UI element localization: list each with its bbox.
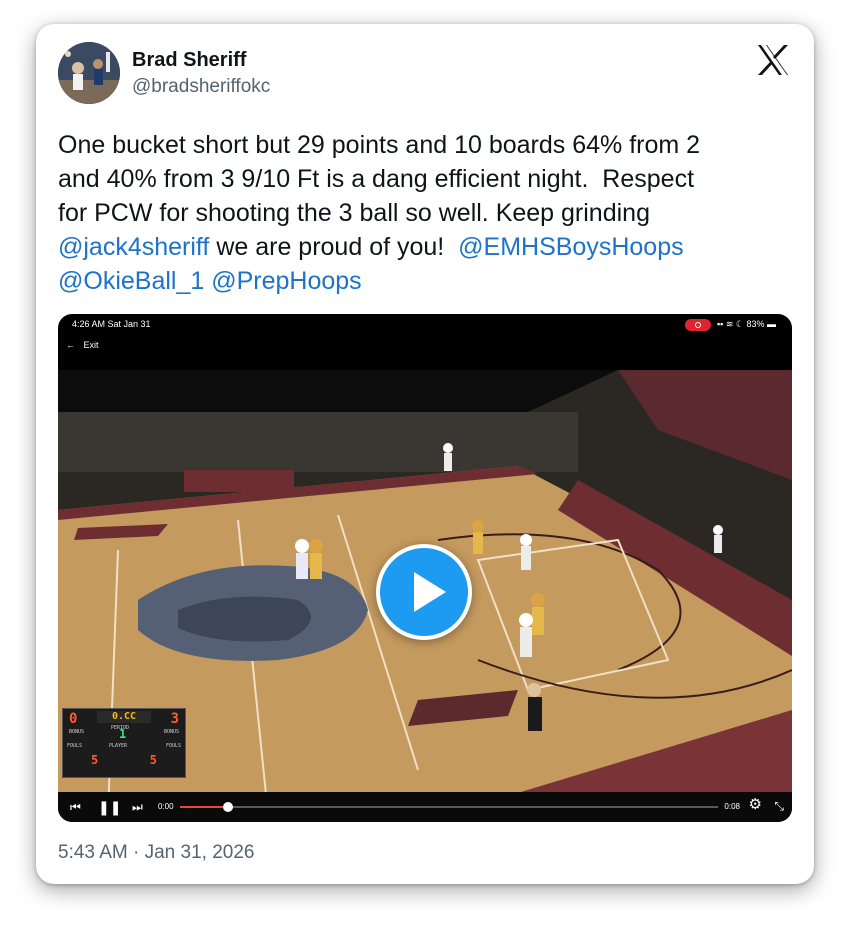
home-score: 0	[69, 711, 78, 727]
home-fouls: 5	[91, 753, 99, 767]
exit-fullscreen-icon[interactable]: ⤡	[774, 799, 784, 813]
status-indicators: ▪▪ ≋ ☾ 83% ▬	[684, 314, 776, 334]
play-button[interactable]	[376, 544, 472, 640]
bonus-label: BONUS	[69, 729, 85, 735]
player-label: PLAYER	[109, 743, 128, 749]
play-icon	[414, 572, 446, 612]
game-clock: 0.CC	[97, 711, 151, 723]
battery-level: 83%	[746, 319, 765, 329]
avatar-photo	[58, 42, 120, 104]
status-time: 4:26 AM Sat Jan 31	[72, 319, 151, 329]
mention-link-emhsboyshoops[interactable]: @EMHSBoysHoops	[458, 233, 683, 261]
tweet-timestamp[interactable]: 5:43 AM · Jan 31, 2026	[58, 842, 254, 864]
tweet-text-part: we are proud of you!	[209, 233, 459, 261]
exit-button[interactable]: ← Exit	[66, 340, 99, 350]
author-block: Brad Sheriff @bradsheriffokc	[132, 48, 270, 99]
fouls-label: FOULS	[165, 743, 181, 749]
author-handle[interactable]: @bradsheriffokc	[132, 75, 270, 99]
page: Brad Sheriff @bradsheriffokc One bucket …	[0, 0, 848, 928]
signal-wifi-icon: ▪▪ ≋ ☾	[716, 319, 747, 329]
period-value: 1	[119, 727, 127, 741]
duration: 0:08	[724, 802, 740, 811]
author-name[interactable]: Brad Sheriff	[132, 48, 270, 72]
skip-forward-icon[interactable]: ⏭	[132, 800, 143, 814]
mention-link-jack4sheriff[interactable]: @jack4sheriff	[58, 233, 209, 261]
pause-icon[interactable]: ❚❚	[98, 800, 121, 814]
current-time: 0:00	[158, 802, 174, 811]
x-logo-icon[interactable]	[756, 44, 790, 76]
exit-label: Exit	[83, 340, 99, 350]
tweet-text-part: One bucket short but 29 points and 10 bo…	[58, 131, 701, 227]
bonus-label: BONUS	[163, 729, 179, 735]
device-status-bar: 4:26 AM Sat Jan 31 ▪▪ ≋ ☾ 83% ▬	[58, 314, 792, 334]
skip-back-icon[interactable]: ⏮	[70, 800, 81, 814]
progress-fill	[180, 806, 229, 808]
video-controls-bar: ⏮ ❚❚ ⏭ 0:00 0:08 ⚙ ⤡	[58, 792, 792, 822]
gear-icon[interactable]: ⚙	[749, 797, 762, 812]
scrubber-handle[interactable]	[223, 802, 234, 812]
video-player[interactable]: 4:26 AM Sat Jan 31 ▪▪ ≋ ☾ 83% ▬ ← Exit 0…	[58, 314, 792, 822]
tweet-card: Brad Sheriff @bradsheriffokc One bucket …	[36, 24, 814, 884]
avatar[interactable]	[58, 42, 120, 104]
mention-link-okieball[interactable]: @OkieBall_1	[58, 267, 204, 295]
away-fouls: 5	[149, 753, 157, 767]
scoreboard-overlay: 0 0.CC 3 BONUS PERIOD 1 BONUS FOULS PLAY…	[62, 708, 186, 778]
progress-bar[interactable]	[180, 802, 718, 812]
mention-link-prephoops[interactable]: @PrepHoops	[211, 267, 361, 295]
back-arrow-icon: ←	[66, 340, 75, 350]
away-score: 3	[170, 711, 179, 727]
battery-icon: ▬	[767, 319, 776, 329]
record-indicator-icon	[684, 318, 711, 331]
tweet-text: One bucket short but 29 points and 10 bo…	[58, 128, 793, 298]
fouls-label: FOULS	[67, 743, 83, 749]
